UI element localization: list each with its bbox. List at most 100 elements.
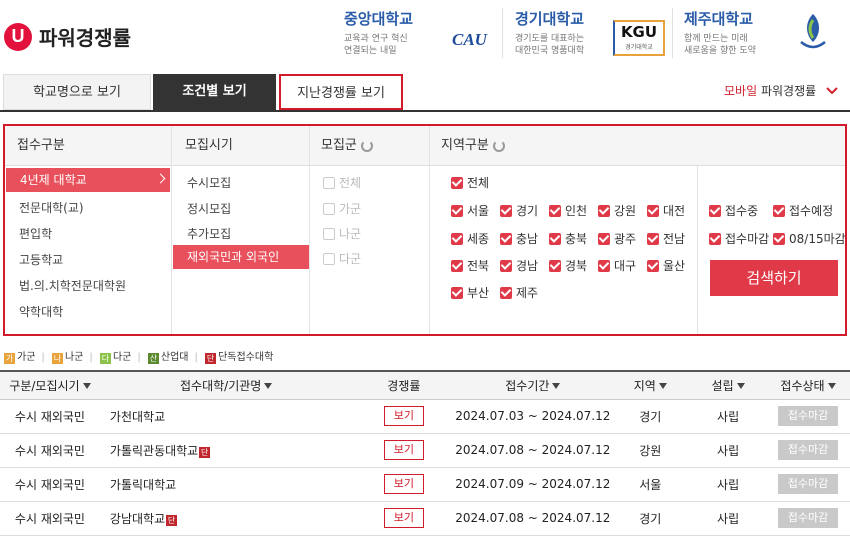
mobile-link[interactable]: 모바일 파워경쟁률 [724, 82, 838, 99]
ad-kyonggi[interactable]: 경기대학교 경기도를 대표하는 대한민국 명품대학 [515, 8, 584, 58]
type-option[interactable]: 고등학교 [19, 251, 63, 268]
kgu-logo-icon[interactable]: KGU 경기대학교 [613, 20, 665, 56]
period-option[interactable]: 정시모집 [187, 200, 231, 217]
region-checkbox[interactable]: 경북 [549, 257, 587, 274]
results-table: 구분/모집시기 접수대학/기관명 경쟁률 접수기간 지역 설립 접수상태 수시 … [0, 370, 850, 536]
status-checkbox[interactable]: 접수마감 [709, 230, 769, 247]
type-option[interactable]: 약학대학 [19, 303, 63, 320]
region-checkbox[interactable]: 충남 [500, 230, 538, 247]
divider [502, 8, 503, 58]
group-checkbox[interactable]: 가군 [323, 200, 361, 217]
cell-uni[interactable]: 가천대학교 [99, 399, 353, 434]
col-header-found[interactable]: 설립 [690, 370, 767, 400]
cell-type: 수시 재외국민 [0, 399, 100, 434]
region-checkbox[interactable]: 강원 [598, 202, 636, 219]
col-header-status[interactable]: 접수상태 [766, 370, 850, 400]
region-checkbox[interactable]: 전남 [647, 230, 685, 247]
region-checkbox[interactable]: 부산 [451, 284, 489, 301]
cell-found: 사립 [690, 433, 767, 468]
period-option[interactable]: 수시모집 [187, 174, 231, 191]
cell-found: 사립 [690, 501, 767, 536]
cell-uni[interactable]: 가톨릭대학교 [99, 467, 353, 502]
region-checkbox[interactable]: 서울 [451, 202, 489, 219]
period-option[interactable]: 추가모집 [187, 225, 231, 242]
status-checkbox[interactable]: 접수예정 [773, 202, 833, 219]
ad-name: 제주대학교 [684, 10, 754, 28]
region-checkbox[interactable]: 충북 [549, 230, 587, 247]
ad-jeju[interactable]: 제주대학교 함께 만드는 미래 새로움을 향한 도약 [684, 8, 756, 58]
cau-logo-icon[interactable]: CAU [452, 30, 487, 50]
jeju-logo-icon[interactable] [797, 12, 829, 54]
divider [429, 126, 430, 334]
single-apply-tag: 단 [199, 446, 211, 458]
search-button[interactable]: 검색하기 [710, 260, 838, 296]
single-apply-tag: 단 [166, 514, 178, 526]
period-option-overseas[interactable]: 재외국민과 외국인 [173, 245, 309, 269]
tab-by-condition[interactable]: 조건별 보기 [153, 74, 276, 110]
status-badge: 접수마감 [778, 406, 838, 426]
group-checkbox[interactable]: 전체 [323, 174, 361, 191]
cell-status: 접수마감 [766, 467, 850, 502]
region-checkbox[interactable]: 세종 [451, 230, 489, 247]
cell-region: 서울 [610, 467, 691, 502]
type-option[interactable]: 법.의.치학전문대학원 [19, 277, 126, 294]
region-checkbox[interactable]: 대구 [598, 257, 636, 274]
col-header-uni[interactable]: 접수대학/기관명 [99, 370, 353, 400]
ad-chungang[interactable]: 중앙대학교 교육과 연구 혁신 연결되는 내일 [344, 8, 413, 58]
divider [697, 166, 698, 334]
cell-uni[interactable]: 강남대학교 단 [99, 501, 353, 536]
filter-panel: 접수구분 모집시기 모집군 지역구분 4년제 대학교 전문대학(교) 편입학 고… [3, 124, 847, 336]
page-title[interactable]: 파워경쟁률 [39, 22, 131, 51]
view-button[interactable]: 보기 [383, 508, 424, 528]
chevron-down-icon [826, 87, 838, 95]
cell-region: 강원 [610, 433, 691, 468]
group-checkbox[interactable]: 나군 [323, 225, 361, 242]
region-checkbox[interactable]: 대전 [647, 202, 685, 219]
region-checkbox[interactable]: 인천 [549, 202, 587, 219]
tab-past-rates[interactable]: 지난경쟁률 보기 [279, 74, 403, 110]
view-button[interactable]: 보기 [383, 406, 424, 426]
cell-found: 사립 [690, 467, 767, 502]
divider [171, 126, 172, 334]
cell-uni[interactable]: 가톨릭관동대학교 단 [99, 433, 353, 468]
tab-by-school[interactable]: 학교명으로 보기 [3, 74, 151, 110]
col-header-type[interactable]: 구분/모집시기 [0, 370, 100, 400]
cell-period: 2024.07.03 ~ 2024.07.12 [455, 399, 611, 434]
cell-region: 경기 [610, 399, 691, 434]
refresh-icon[interactable] [360, 139, 373, 152]
period-header: 모집시기 [185, 138, 233, 153]
region-checkbox[interactable]: 경남 [500, 257, 538, 274]
table-row: 수시 재외국민 가천대학교 보기 2024.07.03 ~ 2024.07.12… [0, 399, 850, 434]
status-checkbox[interactable]: 08/15마감 [773, 230, 846, 247]
cell-rate: 보기 [352, 433, 456, 468]
ad-desc: 함께 만드는 미래 새로움을 향한 도약 [684, 34, 756, 56]
type-option[interactable]: 전문대학(교) [19, 199, 84, 216]
cell-type: 수시 재외국민 [0, 467, 100, 502]
group-checkbox[interactable]: 다군 [323, 250, 361, 267]
region-header: 지역구분 [441, 126, 505, 166]
view-button[interactable]: 보기 [383, 474, 424, 494]
view-tabs: 학교명으로 보기 조건별 보기 지난경쟁률 보기 모바일 파워경쟁률 [0, 74, 850, 112]
cell-rate: 보기 [352, 399, 456, 434]
header: U 파워경쟁률 중앙대학교 교육과 연구 혁신 연결되는 내일 CAU 경기대학교… [0, 0, 850, 70]
region-checkbox[interactable]: 경기 [500, 202, 538, 219]
cell-type: 수시 재외국민 [0, 433, 100, 468]
region-all-checkbox[interactable]: 전체 [451, 174, 489, 191]
col-header-period[interactable]: 접수기간 [455, 370, 611, 400]
status-badge: 접수마감 [778, 440, 838, 460]
region-checkbox[interactable]: 광주 [598, 230, 636, 247]
uway-logo-icon[interactable]: U [4, 23, 32, 51]
cell-type: 수시 재외국민 [0, 501, 100, 536]
refresh-icon[interactable] [492, 139, 505, 152]
type-option-4year[interactable]: 4년제 대학교 [6, 168, 170, 192]
ad-name: 경기대학교 [515, 10, 585, 28]
status-checkbox[interactable]: 접수중 [709, 202, 758, 219]
legend-item: 나 나군 [51, 352, 84, 364]
region-checkbox[interactable]: 전북 [451, 257, 489, 274]
type-option[interactable]: 편입학 [19, 225, 52, 242]
region-checkbox[interactable]: 울산 [647, 257, 685, 274]
sort-arrow-icon [264, 382, 273, 389]
view-button[interactable]: 보기 [383, 440, 424, 460]
region-checkbox[interactable]: 제주 [500, 284, 538, 301]
col-header-region[interactable]: 지역 [610, 370, 691, 400]
